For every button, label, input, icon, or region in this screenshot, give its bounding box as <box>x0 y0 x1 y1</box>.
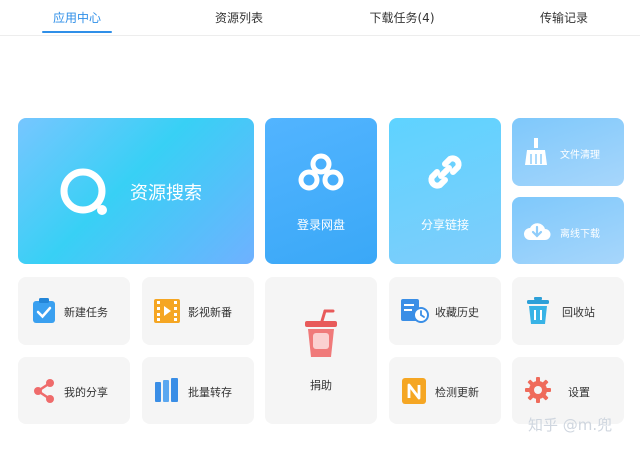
tab-download-tasks[interactable]: 下载任务(4) <box>356 0 448 36</box>
check-update-tile[interactable]: 检测更新 <box>389 357 501 424</box>
link-icon <box>428 155 462 189</box>
baidu-cloud-icon <box>298 153 344 191</box>
batch-save-label: 批量转存 <box>188 386 232 399</box>
offline-download-label: 离线下载 <box>560 229 600 240</box>
cup-icon <box>305 309 337 357</box>
check-update-label: 检测更新 <box>435 386 479 399</box>
cloud-download-icon <box>524 223 551 240</box>
file-clean-label: 文件清理 <box>560 150 600 161</box>
broom-icon <box>525 138 547 165</box>
gear-icon <box>525 377 551 403</box>
new-task-label: 新建任务 <box>64 306 108 319</box>
search-icon <box>60 168 107 215</box>
search-tile-label: 资源搜索 <box>130 183 202 204</box>
favorites-tile[interactable]: 收藏历史 <box>389 277 501 345</box>
tab-resource-list[interactable]: 资源列表 <box>200 0 278 36</box>
login-pan-tile[interactable]: 登录网盘 <box>265 118 377 264</box>
my-share-label: 我的分享 <box>64 386 108 399</box>
offline-download-tile[interactable]: 离线下载 <box>512 197 624 264</box>
favorites-label: 收藏历史 <box>435 306 479 319</box>
share-link-tile[interactable]: 分享链接 <box>389 118 501 264</box>
history-icon <box>401 299 429 323</box>
batch-save-tile[interactable]: 批量转存 <box>142 357 254 424</box>
video-new-label: 影视新番 <box>188 306 232 319</box>
trash-icon <box>527 297 549 324</box>
active-tab-indicator <box>42 31 112 33</box>
share-link-label: 分享链接 <box>420 218 469 232</box>
clipboard-check-icon <box>33 298 55 323</box>
recycle-label: 回收站 <box>562 306 595 319</box>
watermark-text: 知乎 @m.兜 <box>528 416 613 434</box>
login-pan-label: 登录网盘 <box>296 218 345 232</box>
batch-icon <box>155 378 178 402</box>
donate-tile[interactable]: 捐助 <box>265 277 377 424</box>
settings-label: 设置 <box>568 386 590 399</box>
new-task-tile[interactable]: 新建任务 <box>18 277 130 345</box>
recycle-tile[interactable]: 回收站 <box>512 277 624 345</box>
file-clean-tile[interactable]: 文件清理 <box>512 118 624 186</box>
tab-bar: 应用中心 资源列表 下载任务(4) 传输记录 <box>0 0 640 36</box>
share-icon <box>34 379 54 403</box>
donate-label: 捐助 <box>310 379 332 392</box>
my-share-tile[interactable]: 我的分享 <box>18 357 130 424</box>
tab-transfer-records[interactable]: 传输记录 <box>528 0 600 36</box>
search-tile[interactable]: 资源搜索 <box>18 118 254 264</box>
video-new-tile[interactable]: 影视新番 <box>142 277 254 345</box>
update-icon <box>402 378 426 404</box>
film-icon <box>154 299 180 323</box>
